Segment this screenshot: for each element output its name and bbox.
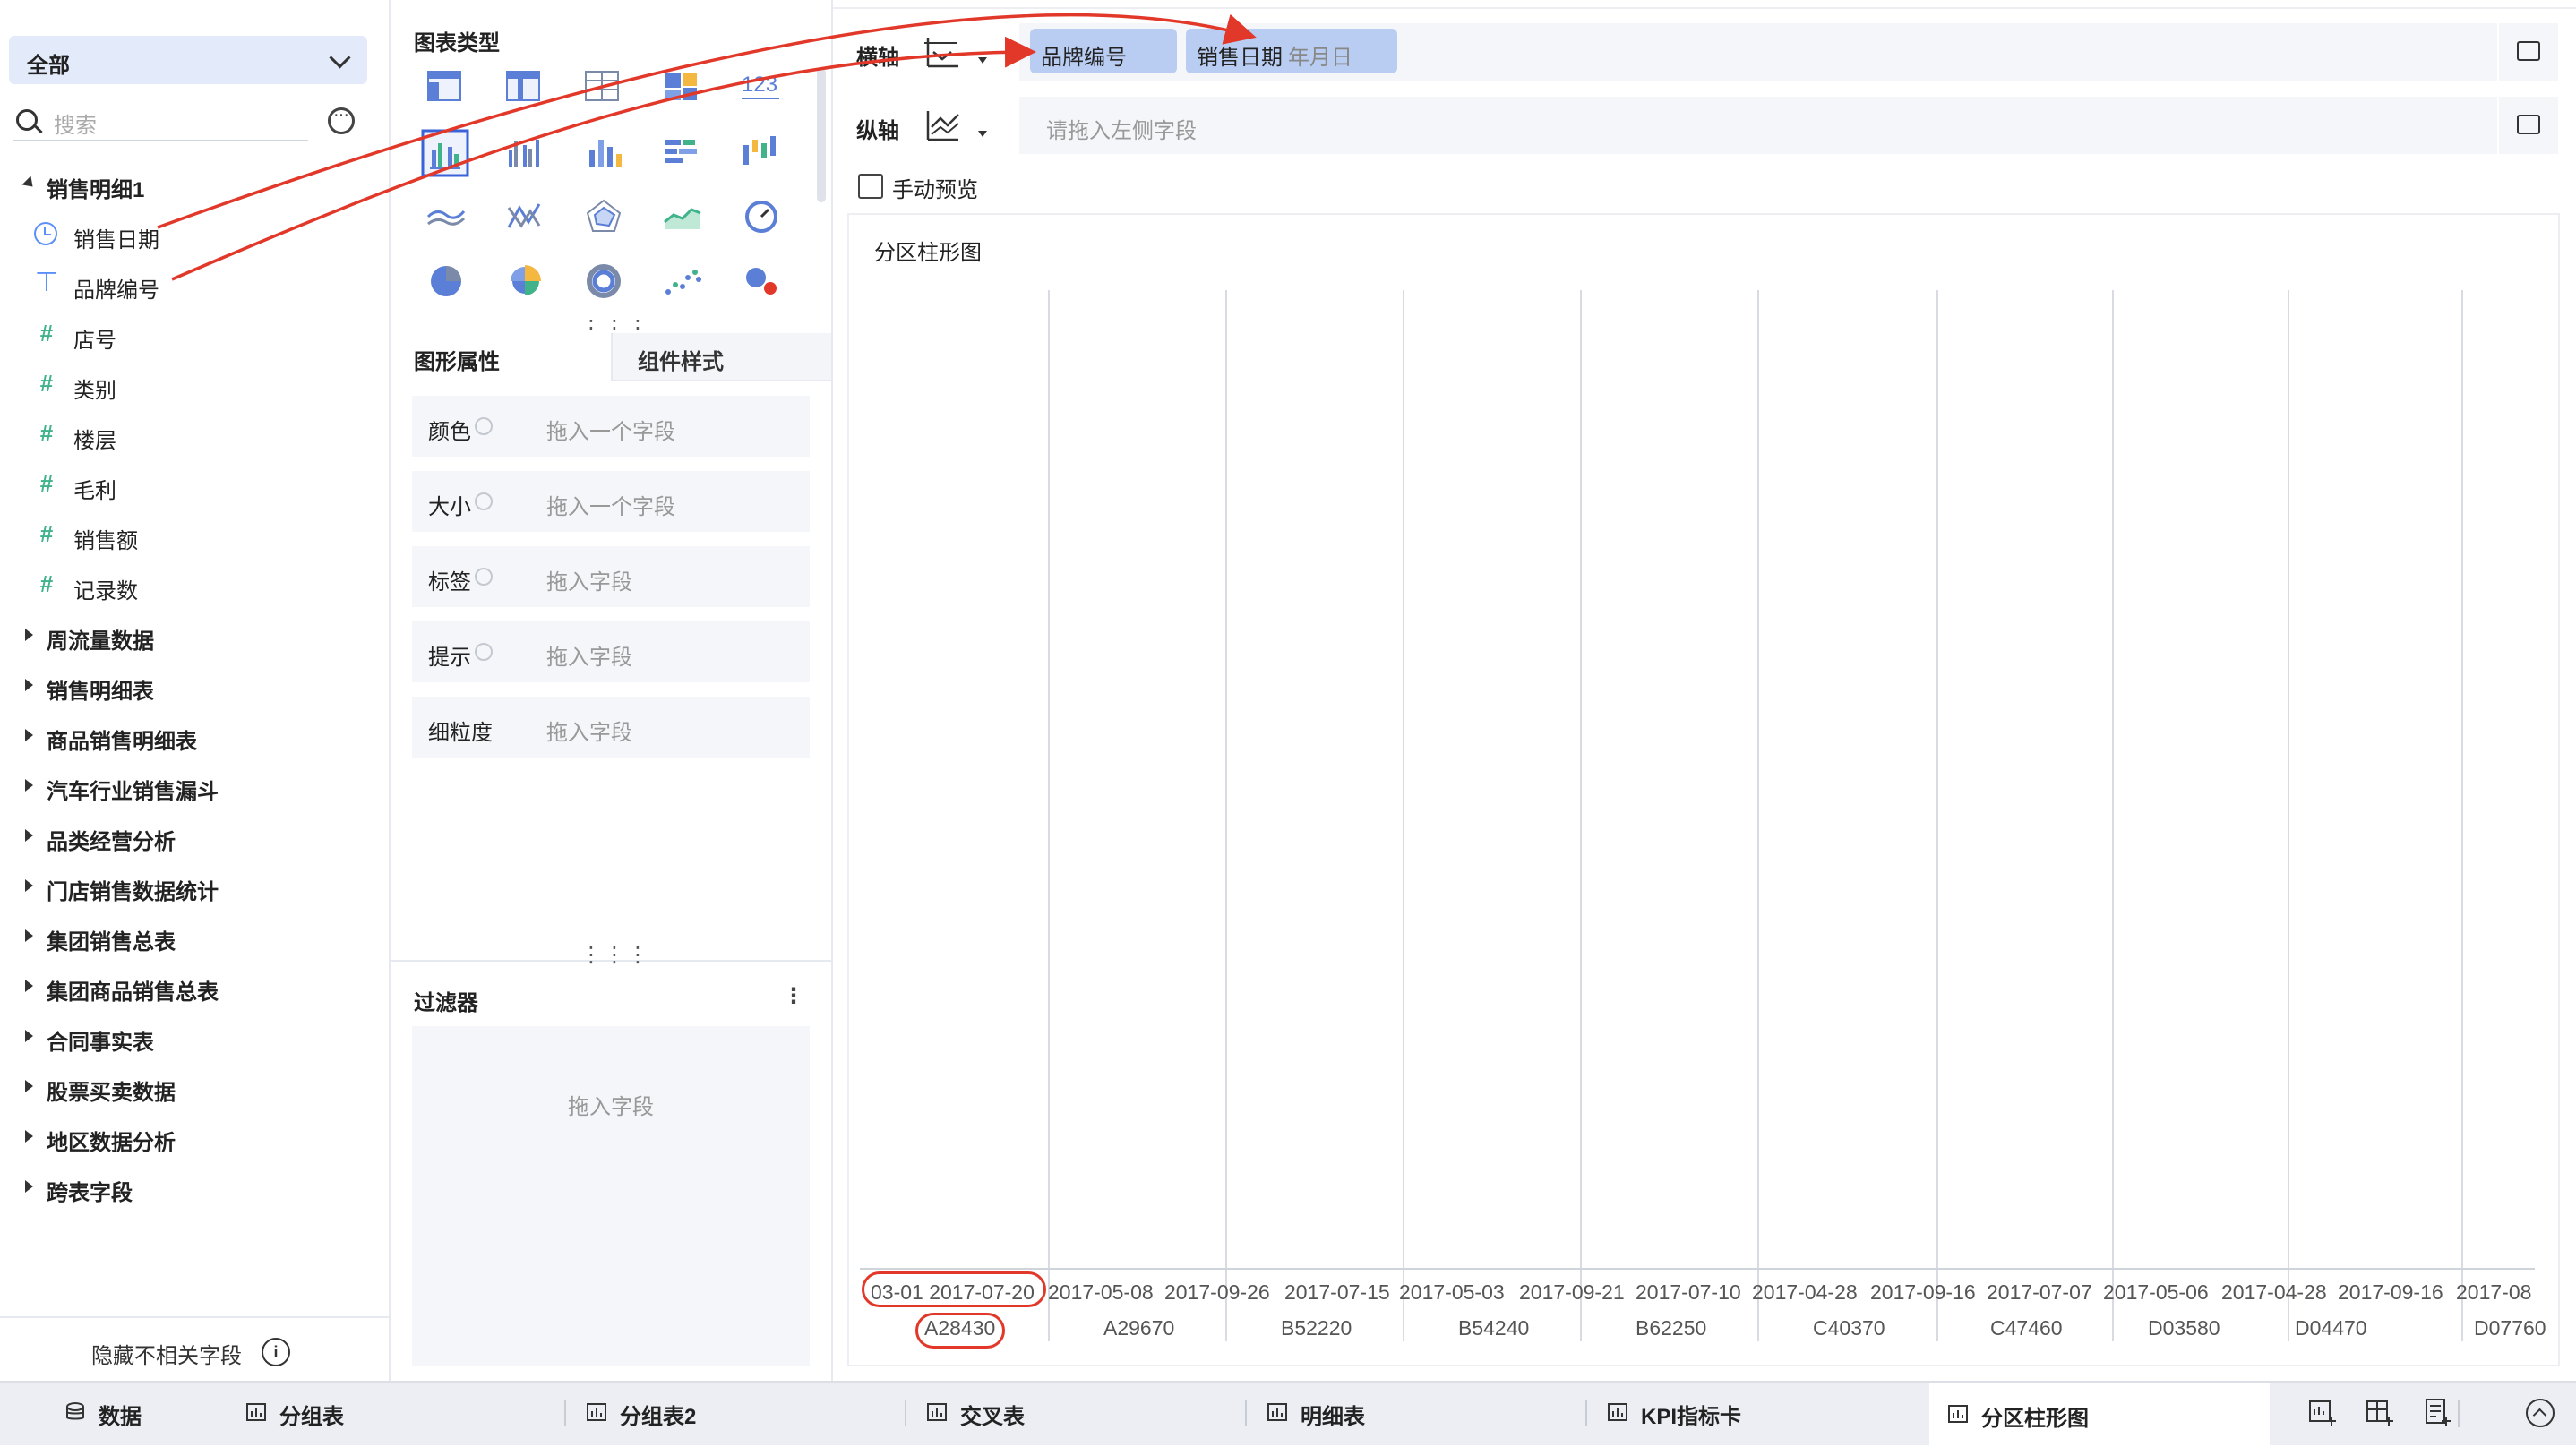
tab-cross-table[interactable]: 交叉表 [926,1381,1195,1445]
table-icon [927,1403,947,1421]
tab-group-table[interactable]: 分组表 [245,1381,514,1445]
add-story-icon[interactable] [2422,1397,2452,1427]
table-icon [246,1403,266,1421]
add-component-icon[interactable] [2307,1397,2338,1427]
tab-label: 交叉表 [960,1405,1025,1429]
table-icon [587,1403,606,1421]
tab-label: 数据 [99,1405,142,1429]
arrow-sales-date [157,13,1257,229]
tab-label: 分组表2 [620,1405,697,1429]
tab-separator [905,1400,906,1426]
tab-label: 分组表 [279,1405,344,1429]
tab-group-table-2[interactable]: 分组表2 [586,1381,854,1445]
annotation-arrows [157,13,1257,281]
tab-kpi-card[interactable]: KPI指标卡 [1607,1381,1876,1445]
tab-separator [1245,1400,1247,1426]
tab-separator [2458,1400,2460,1427]
table-icon [1608,1403,1627,1421]
tab-separator [1585,1400,1587,1426]
tab-separator [564,1400,566,1426]
tab-detail-table[interactable]: 明细表 [1267,1381,1535,1445]
tab-label: KPI指标卡 [1641,1405,1742,1429]
tab-label: 明细表 [1301,1405,1365,1429]
collapse-up-icon[interactable] [2526,1399,2555,1427]
table-icon [1948,1405,1968,1423]
tab-label: 分区柱形图 [1981,1407,2089,1431]
tab-data[interactable]: 数据 [64,1381,226,1445]
table-icon [1267,1403,1287,1421]
add-dashboard-icon[interactable] [2365,1397,2395,1427]
tab-partition-column[interactable]: 分区柱形图 [1929,1383,2270,1447]
database-icon [66,1402,84,1420]
